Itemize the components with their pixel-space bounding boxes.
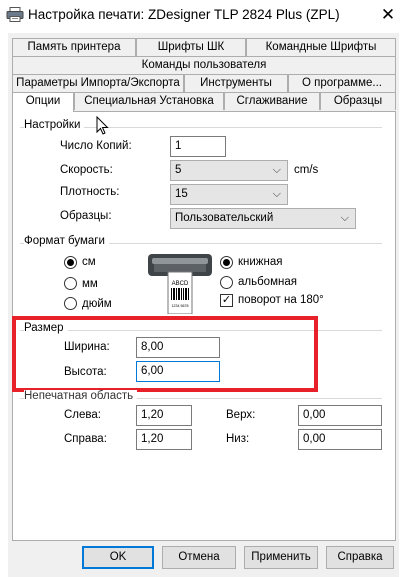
tab-about[interactable]: О программе... [288,74,396,92]
density-value: 15 [175,188,188,200]
tab-command-fonts[interactable]: Командные Шрифты [246,38,396,56]
rotate-180-label: поворот на 180° [238,294,324,306]
margin-right-field[interactable]: 1,20 [136,429,192,450]
tab-import-export[interactable]: Параметры Импорта/Экспорта [12,74,184,92]
margin-left-field[interactable]: 1,20 [136,405,192,426]
settings-group-label: Настройки [24,119,85,131]
chevron-down-icon: ⌵ [272,164,281,176]
orientation-portrait-label: книжная [238,256,283,268]
density-select[interactable]: 15 ⌵ [170,184,288,205]
ok-button[interactable]: OK [82,546,154,569]
rotate-180-checkbox[interactable]: ✓ [220,294,233,307]
samples-label: Образцы: [60,210,112,222]
orientation-portrait-radio[interactable] [220,256,233,269]
unit-mm-label: мм [82,278,98,290]
unprintable-group-label: Непечатная область [24,390,138,402]
tab-samples[interactable]: Образцы [320,92,396,110]
speed-unit: cm/s [294,164,319,176]
samples-value: Пользовательский [175,212,274,224]
apply-button[interactable]: Применить [244,546,318,569]
tab-barcode-fonts[interactable]: Шрифты ШК [136,38,246,56]
tab-options[interactable]: Опции [12,92,74,112]
chevron-down-icon: ⌵ [272,188,281,200]
label-sample-text: ABCD [172,281,189,287]
unit-inch-label: дюйм [82,298,112,310]
help-button[interactable]: Справка [326,546,394,569]
cancel-button[interactable]: Отмена [162,546,236,569]
tab-tools[interactable]: Инструменты [184,74,288,92]
unit-inch-radio[interactable] [64,297,77,310]
speed-value: 5 [175,164,182,176]
orientation-landscape-radio[interactable] [220,276,233,289]
copies-label: Число Копий: [60,140,132,152]
tab-user-commands[interactable]: Команды пользователя [12,56,396,74]
unit-cm-radio[interactable] [64,256,77,269]
margin-right-label: Справа: [64,433,107,445]
title-bar: Настройка печати: ZDesigner TLP 2824 Plu… [0,0,406,30]
speed-select[interactable]: 5 ⌵ [170,160,288,181]
unit-cm-label: см [82,256,96,268]
tab-special-setup[interactable]: Специальная Установка [74,92,224,110]
speed-label: Скорость: [60,164,113,176]
close-button[interactable]: ✕ [370,0,406,30]
label-sample-number: 1234 5678 [172,304,189,308]
label-roll-icon: ABCD 1234 5678 [148,254,212,314]
unit-mm-radio[interactable] [64,277,77,290]
margin-top-label: Верх: [226,409,256,421]
printer-icon [6,7,24,22]
tab-dithering[interactable]: Сглаживание [224,92,320,110]
mouse-cursor-icon [96,116,109,135]
copies-field[interactable]: 1 [170,136,226,157]
paper-format-group-label: Формат бумаги [24,235,109,247]
samples-select[interactable]: Пользовательский ⌵ [170,208,356,229]
margin-bottom-field[interactable]: 0,00 [298,429,382,450]
margin-bottom-label: Низ: [226,433,250,445]
highlight-box [12,316,318,392]
margin-top-field[interactable]: 0,00 [298,405,382,426]
chevron-down-icon: ⌵ [340,212,349,224]
window-title: Настройка печати: ZDesigner TLP 2824 Plu… [28,7,340,22]
orientation-landscape-label: альбомная [238,276,297,288]
density-label: Плотность: [60,186,120,198]
tab-printer-memory[interactable]: Память принтера [12,38,136,56]
margin-left-label: Слева: [64,409,101,421]
